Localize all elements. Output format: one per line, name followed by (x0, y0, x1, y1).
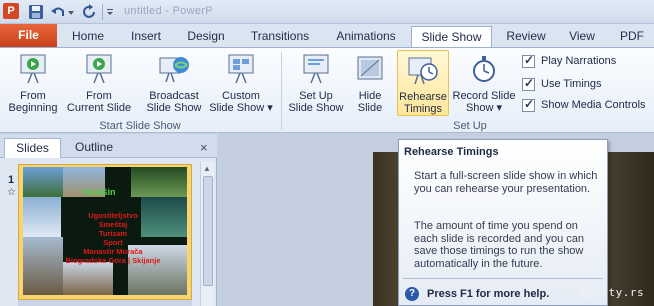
from-beginning-icon (20, 54, 46, 84)
tab-animations[interactable]: Animations (330, 26, 402, 47)
thumbnail-line: Ugostiteljstvo (88, 211, 138, 220)
broadcast-icon (159, 57, 189, 83)
scroll-up-icon[interactable]: ▲ (203, 164, 211, 173)
from-beginning-label-1: From (20, 90, 46, 102)
tab-home[interactable]: Home (66, 26, 110, 47)
tooltip-paragraph-1: Start a full-screen slide show in which … (414, 170, 598, 195)
tab-slide-show[interactable]: Slide Show (411, 26, 492, 48)
tab-insert[interactable]: Insert (121, 26, 171, 47)
ribbon-slide-show: From Beginning From Current Slide Broadc… (0, 47, 654, 133)
record-label-1: Record Slide (452, 90, 516, 102)
tooltip-paragraph-2: The amount of time you spend on each sli… (414, 220, 584, 270)
thumbnail-line: Sport (103, 238, 123, 247)
show-media-controls-check[interactable] (522, 97, 535, 112)
show-media-controls-label: Show Media Controls (541, 99, 646, 111)
tab-transitions[interactable]: Transitions (244, 26, 316, 47)
from-beginning-label-2: Beginning (8, 102, 58, 114)
title-bar: P untitled - PowerP (0, 0, 654, 24)
tab-outline[interactable]: Outline (66, 138, 122, 158)
rehearse-timings-button[interactable]: Rehearse Timings (397, 50, 449, 116)
tab-design[interactable]: Design (180, 26, 232, 47)
document-title: untitled - PowerP (124, 5, 213, 17)
tab-review[interactable]: Review (500, 26, 552, 47)
photo-tile (131, 167, 187, 197)
thumbnail-line: Smeštaj (98, 220, 128, 229)
tooltip-title: Rehearse Timings (404, 146, 499, 158)
from-beginning-button[interactable]: From Beginning (5, 52, 61, 114)
undo-icon[interactable] (50, 4, 66, 20)
quick-access-separator (102, 4, 103, 20)
ribbon-tab-row: File Home Insert Design Transitions Anim… (0, 24, 654, 48)
tab-pdf[interactable]: PDF (614, 26, 650, 47)
from-current-label-1: From (86, 90, 112, 102)
powerpoint-app-icon[interactable]: P (3, 3, 19, 19)
set-up-slide-show-icon (303, 54, 329, 84)
photo-tile (63, 262, 113, 295)
help-icon: ? (405, 287, 419, 301)
from-current-slide-icon (86, 54, 112, 84)
custom-slide-show-icon (228, 54, 254, 84)
play-narrations-checkbox[interactable]: Play Narrations (522, 53, 617, 68)
slides-pane: Slides Outline × 1 ☆ Kolašin Ugostiteljs… (0, 134, 217, 306)
group-label-set-up: Set Up (453, 120, 487, 132)
tooltip-help-text: Press F1 for more help. (427, 288, 550, 300)
tab-file[interactable]: File (0, 24, 57, 47)
record-slide-show-button[interactable]: Record Slide Show ▾ (450, 52, 518, 114)
broadcast-label-1: Broadcast (149, 90, 199, 102)
set-up-slide-show-button[interactable]: Set Up Slide Show (285, 52, 347, 114)
use-timings-label: Use Timings (541, 78, 602, 90)
next-slide-thumbnail-edge (18, 300, 192, 306)
use-timings-check[interactable] (522, 76, 535, 91)
scrollbar-thumb[interactable] (203, 176, 213, 286)
play-narrations-label: Play Narrations (541, 55, 617, 67)
broadcast-slide-show-button[interactable]: Broadcast Slide Show (144, 52, 204, 114)
thumbnail-line: Biogradska Gora | Skijanje (65, 256, 161, 265)
close-pane-icon[interactable]: × (200, 140, 208, 155)
transition-star-icon: ☆ (7, 187, 16, 198)
rehearse-label-1: Rehearse (399, 91, 447, 103)
broadcast-label-2: Slide Show (146, 102, 202, 114)
custom-slide-show-button[interactable]: Custom Slide Show ▾ (207, 52, 275, 114)
group-separator (281, 52, 282, 130)
slides-pane-scrollbar[interactable]: ▲ (200, 162, 214, 306)
custom-label-2: Slide Show ▾ (209, 102, 273, 114)
customize-quick-access-icon[interactable] (106, 4, 114, 20)
hide-slide-icon (357, 56, 383, 80)
pane-tabs: Slides Outline × (0, 134, 217, 158)
undo-dropdown-icon[interactable] (67, 4, 75, 20)
stopwatch-icon (473, 56, 495, 82)
photo-tile (23, 167, 63, 197)
hide-slide-button[interactable]: Hide Slide (350, 52, 390, 114)
use-timings-checkbox[interactable]: Use Timings (522, 76, 602, 91)
slide-thumbnail[interactable]: Kolašin Ugostiteljstvo Smeštaj Turizam S… (23, 167, 187, 295)
rehearse-timings-icon (408, 57, 438, 85)
watermark-text: mycity.rs (580, 286, 645, 299)
from-current-label-2: Current Slide (66, 102, 132, 114)
from-current-slide-button[interactable]: From Current Slide (64, 52, 134, 114)
set-up-label-1: Set Up (299, 90, 333, 102)
set-up-label-2: Slide Show (288, 102, 344, 114)
show-media-controls-checkbox[interactable]: Show Media Controls (522, 97, 646, 112)
thumbnail-title: Kolašin (83, 187, 116, 197)
hide-slide-label-2: Slide (357, 102, 383, 114)
rehearse-timings-tooltip: Rehearse Timings Start a full-screen sli… (398, 139, 608, 306)
thumbnail-line: Manastir Morača (83, 247, 143, 256)
group-label-start-slide-show: Start Slide Show (99, 120, 181, 132)
repeat-icon[interactable] (82, 4, 98, 20)
hide-slide-label-1: Hide (358, 90, 382, 102)
tab-slides[interactable]: Slides (4, 138, 61, 158)
custom-label-1: Custom (222, 90, 260, 102)
tab-view[interactable]: View (562, 26, 602, 47)
save-icon[interactable] (28, 4, 44, 20)
rehearse-label-2: Timings (403, 103, 443, 115)
thumbnail-line: Turizam (98, 229, 128, 238)
tooltip-separator (403, 278, 603, 279)
record-label-2: Show ▾ (465, 102, 503, 114)
slide-number: 1 (8, 174, 15, 186)
play-narrations-check[interactable] (522, 53, 535, 68)
